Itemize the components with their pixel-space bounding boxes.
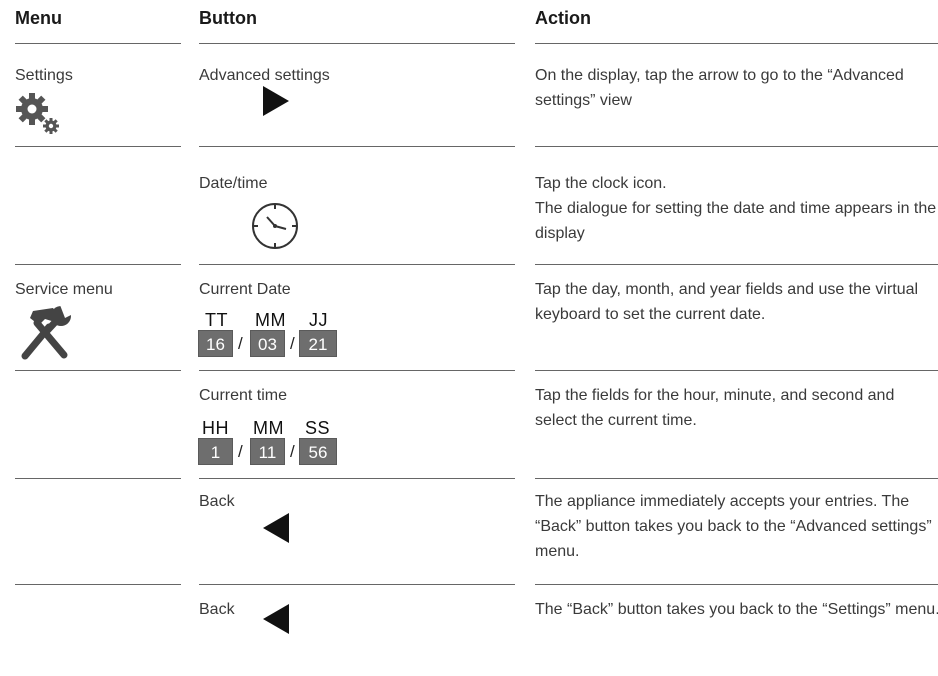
month-field[interactable]: 03 bbox=[250, 330, 285, 357]
divider bbox=[15, 584, 181, 585]
action-text: Tap the fields for the hour, minute, and… bbox=[535, 387, 895, 429]
action-text: On the display, tap the arrow to go to t… bbox=[535, 67, 904, 109]
divider bbox=[199, 43, 515, 44]
date-separator: / bbox=[290, 334, 295, 353]
button-label-current-time: Current time bbox=[199, 387, 288, 404]
header-action: Action bbox=[535, 8, 591, 28]
divider bbox=[15, 370, 181, 371]
field-label-day: TT bbox=[205, 310, 228, 330]
time-separator: / bbox=[290, 442, 295, 461]
divider bbox=[199, 584, 515, 585]
field-label-minute: MM bbox=[253, 418, 284, 438]
button-label-current-date: Current Date bbox=[199, 281, 291, 298]
action-line: Tap the clock icon. bbox=[535, 175, 667, 192]
divider bbox=[199, 370, 515, 371]
hour-field[interactable]: 1 bbox=[198, 438, 233, 465]
divider bbox=[199, 478, 515, 479]
gears-icon bbox=[15, 92, 63, 141]
date-separator: / bbox=[238, 334, 243, 353]
divider bbox=[535, 370, 938, 371]
divider bbox=[199, 264, 515, 265]
clock-icon[interactable] bbox=[250, 201, 300, 256]
divider bbox=[15, 43, 181, 44]
field-label-second: SS bbox=[305, 418, 331, 438]
time-separator: / bbox=[238, 442, 243, 461]
menu-label-service-menu: Service menu bbox=[15, 281, 113, 298]
divider bbox=[15, 478, 181, 479]
divider bbox=[535, 146, 938, 147]
divider bbox=[15, 146, 181, 147]
second-field[interactable]: 56 bbox=[299, 438, 337, 465]
day-field[interactable]: 16 bbox=[198, 330, 233, 357]
action-text: The appliance immediately accepts your e… bbox=[535, 493, 932, 560]
divider bbox=[535, 264, 938, 265]
divider bbox=[199, 146, 515, 147]
action-text: Tap the day, month, and year fields and … bbox=[535, 281, 919, 323]
field-label-year: JJ bbox=[309, 310, 328, 330]
hammer-wrench-icon bbox=[15, 305, 75, 366]
arrow-left-icon[interactable] bbox=[263, 604, 289, 639]
action-text: The “Back” button takes you back to the … bbox=[535, 601, 938, 618]
button-label-back: Back bbox=[199, 601, 235, 618]
field-label-hour: HH bbox=[202, 418, 229, 438]
arrow-left-icon[interactable] bbox=[263, 513, 289, 548]
button-label-back: Back bbox=[199, 493, 235, 510]
divider bbox=[535, 43, 938, 44]
minute-field[interactable]: 11 bbox=[250, 438, 285, 465]
divider bbox=[15, 264, 181, 265]
divider bbox=[535, 584, 938, 585]
divider bbox=[535, 478, 938, 479]
year-field[interactable]: 21 bbox=[299, 330, 337, 357]
action-text: Tap the clock icon. The dialogue for set… bbox=[535, 171, 938, 246]
button-label-date-time: Date/time bbox=[199, 175, 268, 192]
field-label-month: MM bbox=[255, 310, 286, 330]
arrow-right-icon[interactable] bbox=[263, 86, 289, 121]
header-button: Button bbox=[199, 8, 257, 28]
menu-label-settings: Settings bbox=[15, 67, 73, 84]
button-label-advanced-settings: Advanced settings bbox=[199, 67, 330, 84]
header-menu: Menu bbox=[15, 8, 62, 28]
action-line: The dialogue for setting the date and ti… bbox=[535, 200, 937, 242]
